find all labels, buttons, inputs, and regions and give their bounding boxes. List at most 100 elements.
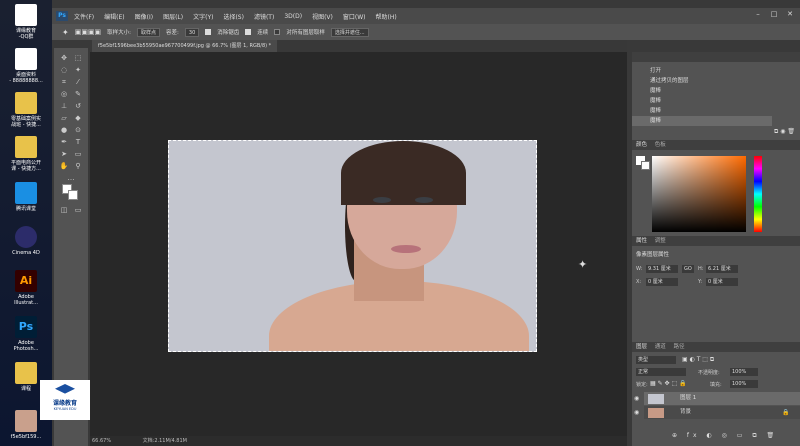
dodge-tool-icon[interactable]: ⊙ (72, 124, 84, 136)
background-color-swatch[interactable] (68, 190, 78, 200)
sample-size-select[interactable]: 取样点 (137, 27, 161, 37)
layer-filter-select[interactable]: 类型 (636, 356, 676, 364)
close-icon[interactable]: ✕ (784, 10, 796, 22)
lock-label: 锁定: (636, 382, 648, 388)
history-actions-icons[interactable]: ⧉ ◉ 🗑 (774, 128, 795, 136)
desktop-icon-qq-group[interactable]: 课缘教育 -QQ群 (0, 4, 52, 40)
history-brush-icon[interactable]: ↺ (72, 100, 84, 112)
history-item-active[interactable]: 魔棒 (632, 116, 772, 126)
blend-mode-select[interactable]: 正常 (636, 368, 686, 376)
tab-channels[interactable]: 通道 (655, 344, 666, 350)
type-tool-icon[interactable]: T (72, 136, 84, 148)
magic-wand-tool-icon[interactable]: ✦ (62, 28, 69, 37)
desktop-icon-desktop-files[interactable]: 桌面资料 - 88888888... (0, 48, 52, 84)
y-field[interactable]: 0 厘米 (706, 278, 738, 286)
menu-type[interactable]: 文字(Y) (193, 12, 213, 21)
menu-window[interactable]: 窗口(W) (343, 12, 366, 21)
eyedropper-icon[interactable]: ⁄ (72, 76, 84, 88)
color-picker-field[interactable] (652, 156, 746, 232)
zoom-level[interactable]: 66.67% (92, 438, 111, 444)
screen-mode-icon[interactable]: ▭ (72, 204, 84, 216)
bg-color[interactable] (641, 161, 650, 170)
width-field[interactable]: 9.31 厘米 (646, 265, 678, 273)
brush-tool-icon[interactable]: ✎ (72, 88, 84, 100)
visibility-eye-icon[interactable]: ◉ (634, 409, 639, 416)
antialias-checkbox[interactable] (205, 29, 212, 35)
color-swatches[interactable] (636, 156, 650, 170)
menu-bar: Ps 文件(F) 编辑(E) 图像(I) 图层(L) 文字(Y) 选择(S) 滤… (52, 8, 800, 24)
tolerance-input[interactable]: 30 (184, 27, 200, 37)
tab-adjustments[interactable]: 调整 (655, 238, 666, 244)
opacity-field[interactable]: 100% (730, 368, 758, 376)
path-select-icon[interactable]: ➤ (58, 148, 70, 160)
minimize-icon[interactable]: – (752, 10, 764, 22)
menu-image[interactable]: 图像(I) (135, 12, 153, 21)
selection-mode-icons[interactable]: ▣▣▣▣ (75, 28, 101, 36)
menu-3d[interactable]: 3D(D) (284, 13, 302, 20)
tab-layers[interactable]: 图层 (636, 344, 647, 350)
healing-brush-icon[interactable]: ◎ (58, 88, 70, 100)
document-image[interactable] (168, 140, 537, 352)
move-tool-icon[interactable]: ✥ (58, 52, 70, 64)
desktop-icon-photoshop[interactable]: Ps Adobe Photosh... (0, 316, 52, 352)
desktop-icon-cinema4d[interactable]: Cinema 4D (0, 226, 52, 256)
hue-slider[interactable] (754, 156, 762, 232)
fill-field[interactable]: 100% (730, 380, 758, 388)
visibility-eye-icon[interactable]: ◉ (634, 395, 639, 402)
history-item[interactable]: 魔棒 (632, 86, 772, 96)
select-and-mask-button[interactable]: 选择并遮住... (330, 27, 369, 37)
eraser-tool-icon[interactable]: ▱ (58, 112, 70, 124)
lock-icons[interactable]: ▦ ✎ ✥ ⬚ 🔒 (650, 380, 687, 387)
lock-icon: 🔒 (782, 409, 790, 416)
history-item[interactable]: 魔棒 (632, 96, 772, 106)
sample-size-label: 取样大小: (107, 30, 132, 36)
history-item[interactable]: 通过拷贝的图层 (632, 76, 772, 86)
model-lips (391, 245, 421, 253)
menu-layer[interactable]: 图层(L) (163, 12, 183, 21)
more-tools-icon[interactable]: … (65, 172, 77, 184)
zoom-tool-icon[interactable]: ⚲ (72, 160, 84, 172)
canvas-area[interactable]: ✦ (90, 52, 627, 436)
marquee-tool-icon[interactable]: ⬚ (72, 52, 84, 64)
x-field[interactable]: 0 厘米 (646, 278, 678, 286)
history-item[interactable]: 魔棒 (632, 106, 772, 116)
history-item[interactable]: 打开 (632, 66, 772, 76)
tab-color[interactable]: 颜色 (636, 142, 647, 148)
layer-filter-icons[interactable]: ▣ ◐ T ⬚ ⧉ (682, 356, 714, 364)
menu-help[interactable]: 帮助(H) (376, 12, 397, 21)
menu-view[interactable]: 视图(V) (312, 12, 333, 21)
properties-panel-header: 属性 调整 (632, 236, 800, 246)
menu-file[interactable]: 文件(F) (74, 12, 94, 21)
desktop-icon-course[interactable]: 零基础案例实 战班 - 快捷... (0, 92, 52, 128)
menu-filter[interactable]: 滤镜(T) (254, 12, 274, 21)
pen-tool-icon[interactable]: ✒ (58, 136, 70, 148)
tencent-classroom-icon (15, 182, 37, 204)
quick-mask-icon[interactable]: ◫ (58, 204, 70, 216)
tab-swatches[interactable]: 色板 (655, 142, 666, 148)
sample-all-checkbox[interactable] (274, 29, 281, 35)
contiguous-checkbox[interactable] (245, 29, 252, 35)
shape-tool-icon[interactable]: ▭ (72, 148, 84, 160)
stamp-tool-icon[interactable]: ⊥ (58, 100, 70, 112)
tab-properties[interactable]: 属性 (636, 238, 647, 244)
maximize-icon[interactable]: □ (768, 10, 780, 22)
menu-edit[interactable]: 编辑(E) (104, 12, 124, 21)
paint-bucket-icon[interactable]: ◆ (72, 112, 84, 124)
layer-thumbnail (648, 394, 664, 404)
blur-tool-icon[interactable]: ● (58, 124, 70, 136)
link-button[interactable]: GO (682, 265, 694, 273)
desktop-icon-illustrator[interactable]: Ai Adobe Illustrat... (0, 270, 52, 306)
desktop-icon-ecommerce[interactable]: 平面电商公开课 - 快捷方... (0, 136, 52, 172)
tab-paths[interactable]: 路径 (674, 344, 685, 350)
crop-tool-icon[interactable]: ⌗ (58, 76, 70, 88)
height-field[interactable]: 6.21 厘米 (706, 265, 738, 273)
layer-row[interactable]: 背景 (644, 406, 800, 419)
magic-wand-icon[interactable]: ✦ (72, 64, 84, 76)
document-tab[interactable]: f5e5bf1596bee3b55950ae967700499f.jpg @ 6… (92, 40, 278, 52)
desktop-icon-tencent-classroom[interactable]: 腾讯课堂 (0, 182, 52, 212)
menu-select[interactable]: 选择(S) (223, 12, 244, 21)
lasso-tool-icon[interactable]: ◌ (58, 64, 70, 76)
hand-tool-icon[interactable]: ✋ (58, 160, 70, 172)
layer-row-active[interactable]: 图层 1 (644, 392, 800, 405)
layer-actions-icons[interactable]: ⊕ fx ◐ ◎ ▭ ⧉ 🗑 (672, 432, 778, 440)
